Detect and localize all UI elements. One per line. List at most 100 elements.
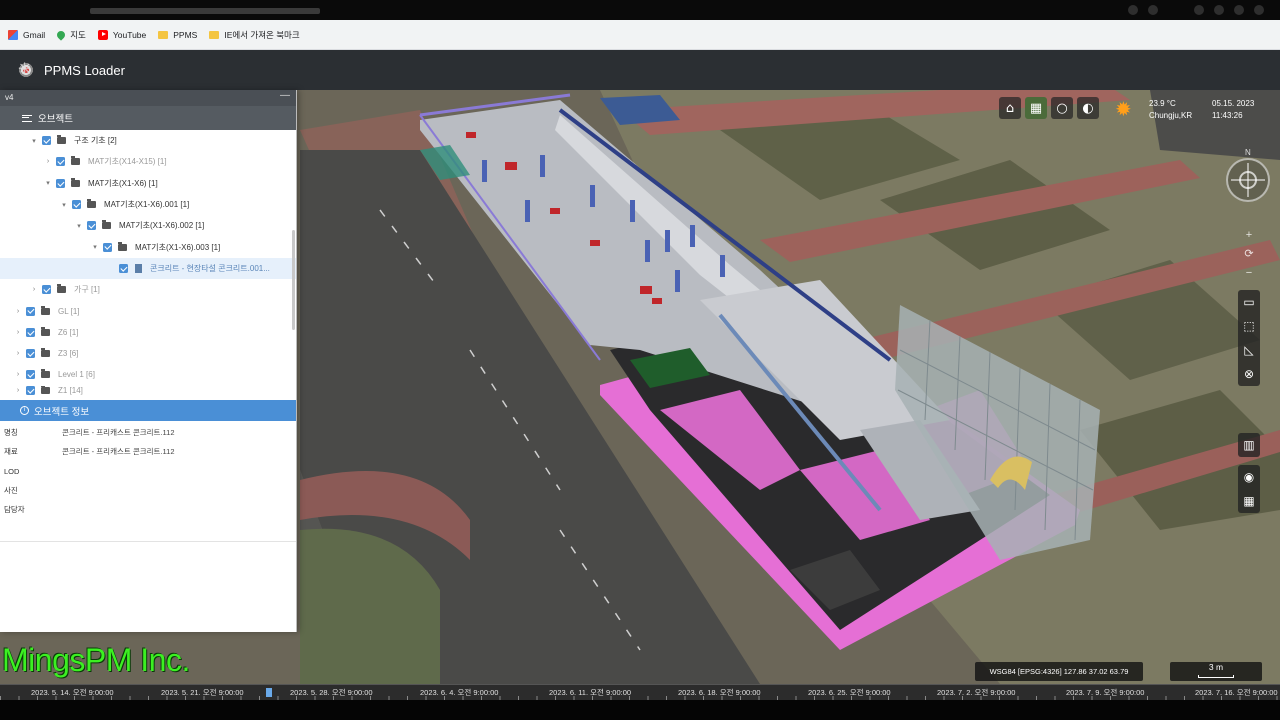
- expand-icon[interactable]: ›: [30, 286, 38, 293]
- checkbox[interactable]: [103, 242, 112, 252]
- checkbox[interactable]: [42, 136, 51, 146]
- expand-icon[interactable]: ▾: [30, 137, 38, 145]
- tree-item[interactable]: › Z6 [1]: [0, 322, 296, 343]
- tree-item[interactable]: ▾ 구조 기초 [2]: [0, 130, 296, 151]
- app-header: PPMS Loader: [0, 50, 1280, 90]
- checkbox[interactable]: [56, 157, 65, 167]
- tree-item[interactable]: › Z3 [6]: [0, 343, 296, 364]
- temperature: 23.9 °C: [1149, 99, 1176, 108]
- object-tree-header[interactable]: 오브젝트: [0, 106, 296, 130]
- contrast-icon[interactable]: ◐: [1077, 97, 1099, 119]
- tree-item[interactable]: › Z1 [14]: [0, 385, 296, 396]
- info-key: 명칭: [4, 428, 18, 438]
- expand-icon[interactable]: ▾: [91, 243, 99, 251]
- bookmark-ppms[interactable]: PPMS: [158, 30, 197, 40]
- checkbox[interactable]: [119, 263, 128, 273]
- sun-icon: ✹: [1115, 97, 1132, 121]
- tree-item-selected[interactable]: 콘크리트 - 현장타설 콘크리트.001...: [0, 257, 296, 280]
- browser-action-icon[interactable]: [1214, 5, 1224, 15]
- bookmark-gmail[interactable]: Gmail: [8, 29, 45, 40]
- zoom-in-button[interactable]: +: [1241, 226, 1257, 245]
- timeline[interactable]: 2023. 5. 14. 오전 9:00:00 2023. 5. 21. 오전 …: [0, 684, 1280, 700]
- home-icon[interactable]: ⌂: [999, 97, 1021, 119]
- tree-item-label: 가구 [1]: [74, 285, 100, 295]
- timeline-handle[interactable]: [266, 688, 272, 697]
- checkbox[interactable]: [26, 327, 35, 337]
- grid-icon[interactable]: ▦: [1238, 489, 1260, 513]
- angle-measure-icon[interactable]: ◺: [1238, 338, 1260, 362]
- zoom-out-button[interactable]: −: [1241, 264, 1257, 283]
- folder-icon: [158, 30, 169, 39]
- location: Chungju,KR: [1149, 111, 1193, 120]
- timeline-label: 2023. 5. 14. 오전 9:00:00: [31, 688, 114, 697]
- browser-action-icon[interactable]: [1128, 5, 1138, 15]
- folder-icon: [41, 348, 50, 358]
- scale-line: [1198, 675, 1234, 678]
- tree-item[interactable]: › MAT기초(X14-X15) [1]: [0, 151, 296, 172]
- tree-item[interactable]: ▾ MAT기초(X1-X6) [1]: [0, 173, 296, 194]
- expand-icon[interactable]: ›: [14, 308, 22, 315]
- object-tree-title: 오브젝트: [38, 114, 73, 125]
- tree-scrollbar[interactable]: [292, 230, 295, 330]
- zoom-control: + ⟳ −: [1241, 226, 1257, 283]
- checkbox[interactable]: [26, 370, 35, 380]
- tree-item[interactable]: › 가구 [1]: [0, 279, 296, 300]
- expand-icon[interactable]: ▾: [60, 201, 68, 209]
- folder-icon: [57, 135, 66, 145]
- bookmark-label: IE에서 가져온 북마크: [224, 29, 300, 40]
- browser-action-icon[interactable]: [1194, 5, 1204, 15]
- info-row-lod: LOD: [0, 462, 296, 481]
- checkbox[interactable]: [26, 306, 35, 316]
- checkbox[interactable]: [56, 178, 65, 188]
- tree-item[interactable]: ▾ MAT기초(X1-X6).002 [1]: [0, 215, 296, 236]
- checkbox[interactable]: [72, 200, 81, 210]
- ruler-icon[interactable]: ▭: [1238, 290, 1260, 314]
- timeline-label: 2023. 6. 18. 오전 9:00:00: [678, 688, 761, 697]
- map-toolbar: ⌂ ▦ ○ ◐: [999, 97, 1099, 119]
- basemap-icon[interactable]: ▦: [1025, 97, 1047, 119]
- area-measure-icon[interactable]: ⬚: [1238, 314, 1260, 338]
- expand-icon[interactable]: ▾: [75, 222, 83, 230]
- object-info-title: 오브젝트 정보: [34, 406, 90, 418]
- tree-item[interactable]: › GL [1]: [0, 300, 296, 321]
- tree-item[interactable]: › Level 1 [6]: [0, 364, 296, 385]
- tree-item-label: Z6 [1]: [58, 327, 79, 337]
- folder-icon: [71, 177, 80, 187]
- zoom-reset-button[interactable]: ⟳: [1241, 245, 1257, 264]
- tree-item[interactable]: ▾ MAT기초(X1-X6).001 [1]: [0, 194, 296, 215]
- object-info-header[interactable]: i 오브젝트 정보: [0, 400, 296, 421]
- expand-icon[interactable]: ›: [14, 329, 22, 336]
- youtube-icon: [97, 29, 108, 40]
- circle-icon[interactable]: ○: [1051, 97, 1073, 119]
- expand-icon[interactable]: ›: [14, 371, 22, 378]
- expand-icon[interactable]: ›: [14, 350, 22, 357]
- tree-item-label: Z3 [6]: [58, 349, 79, 359]
- expand-icon[interactable]: ▾: [44, 179, 52, 187]
- browser-action-icon[interactable]: [1148, 5, 1158, 15]
- timeline-label: 2023. 5. 21. 오전 9:00:00: [161, 688, 244, 697]
- checkbox[interactable]: [42, 285, 51, 295]
- maps-icon: [55, 28, 67, 41]
- expand-icon[interactable]: ›: [14, 387, 22, 394]
- tree-item-label: GL [1]: [58, 306, 80, 316]
- expand-icon[interactable]: ›: [44, 158, 52, 165]
- minimize-icon[interactable]: —: [280, 90, 290, 101]
- checkbox[interactable]: [26, 386, 35, 396]
- date: 05.15. 2023: [1212, 99, 1255, 108]
- bookmark-ie-import[interactable]: IE에서 가져온 북마크: [209, 29, 300, 41]
- address-bar[interactable]: [90, 8, 320, 14]
- chart-icon[interactable]: ▥: [1238, 433, 1260, 457]
- folder-icon: [118, 241, 127, 251]
- tree-item[interactable]: ▾ MAT기초(X1-X6).003 [1]: [0, 236, 296, 257]
- bookmark-youtube[interactable]: YouTube: [97, 29, 146, 40]
- compass[interactable]: N: [1226, 148, 1270, 202]
- bookmark-maps[interactable]: 지도: [55, 28, 86, 41]
- browser-action-icon[interactable]: [1234, 5, 1244, 15]
- checkbox[interactable]: [87, 221, 96, 231]
- folder-icon: [209, 30, 220, 39]
- clear-measure-icon[interactable]: ⊗: [1238, 362, 1260, 386]
- timeline-label: 2023. 7. 2. 오전 9:00:00: [937, 688, 1016, 697]
- browser-action-icon[interactable]: [1254, 5, 1264, 15]
- checkbox[interactable]: [26, 349, 35, 359]
- target-icon[interactable]: ◉: [1238, 465, 1260, 489]
